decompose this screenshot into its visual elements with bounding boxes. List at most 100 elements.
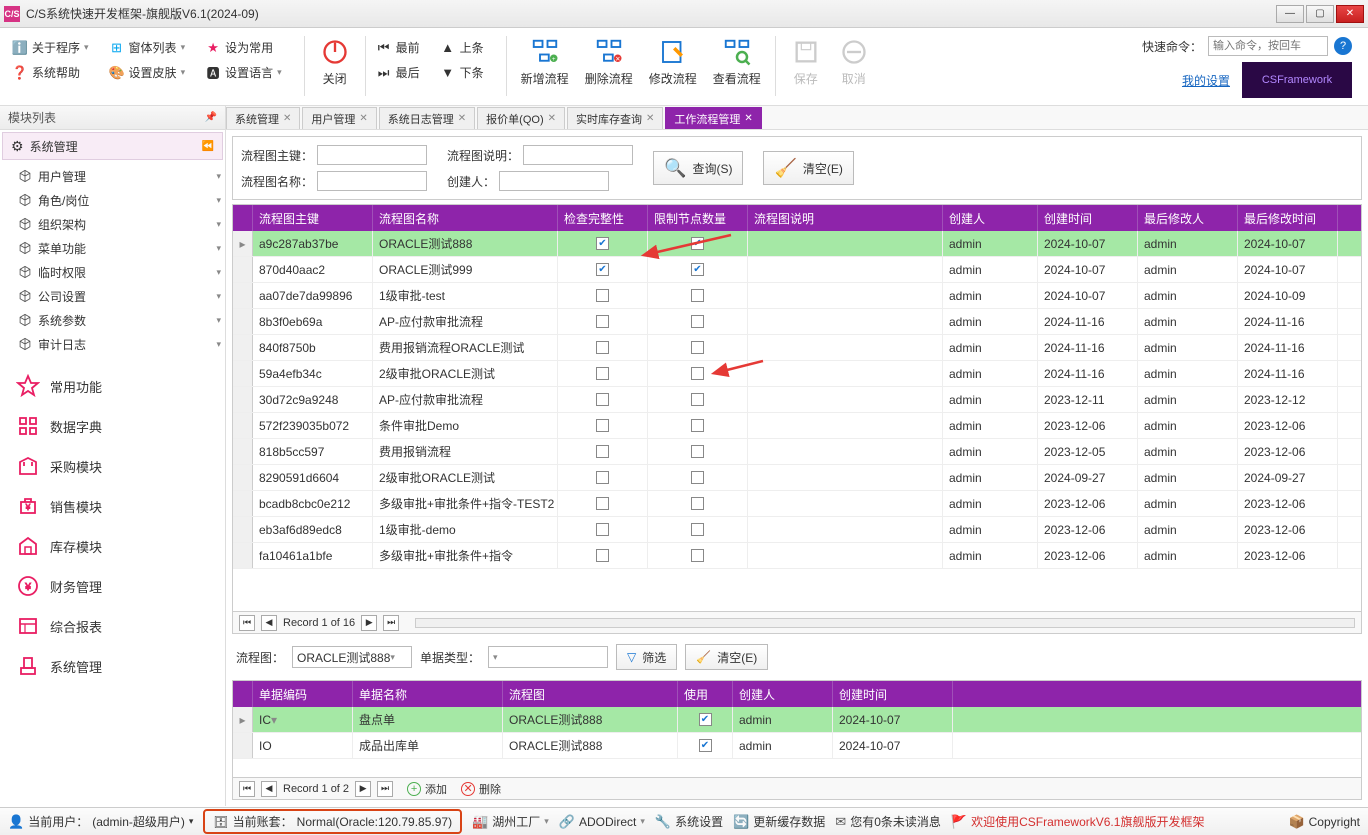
- tree-node[interactable]: 临时权限▾: [4, 260, 221, 284]
- quickcmd-help-icon[interactable]: ?: [1334, 37, 1352, 55]
- sidebar-cat-system[interactable]: ⚙ 系统管理 ⏪: [2, 132, 223, 160]
- grid2-prev-button[interactable]: ◀: [261, 781, 277, 797]
- checkbox[interactable]: [596, 523, 609, 536]
- unread-messages[interactable]: ✉您有0条未读消息: [835, 813, 941, 830]
- checkbox[interactable]: [596, 445, 609, 458]
- checkbox[interactable]: [596, 471, 609, 484]
- close-button[interactable]: 关闭: [311, 32, 359, 91]
- grid1-prev-button[interactable]: ◀: [261, 615, 277, 631]
- search-flowdesc-input[interactable]: [523, 145, 633, 165]
- set-language-menu[interactable]: 🅰设置语言: [201, 61, 286, 84]
- close-tab-icon[interactable]: ✕: [744, 113, 752, 124]
- search-flowkey-input[interactable]: [317, 145, 427, 165]
- grid1-last-button[interactable]: ⏭: [383, 615, 399, 631]
- checkbox[interactable]: [691, 523, 704, 536]
- about-menu[interactable]: ℹ️关于程序: [8, 36, 93, 59]
- quicknav-item[interactable]: ¥销售模块: [0, 486, 225, 526]
- checkbox[interactable]: [691, 549, 704, 562]
- checkbox[interactable]: [691, 289, 704, 302]
- checkbox[interactable]: [596, 419, 609, 432]
- last-record-button[interactable]: ⏭最后: [372, 61, 424, 84]
- checkbox[interactable]: [691, 497, 704, 510]
- table-row[interactable]: 870d40aac2ORACLE测试999 admin 2024-10-07ad…: [233, 257, 1361, 283]
- table-row[interactable]: 30d72c9a9248AP-应付款审批流程 admin 2023-12-11a…: [233, 387, 1361, 413]
- clear2-button[interactable]: 🧹清空(E): [685, 644, 768, 670]
- tree-node[interactable]: 系统参数▾: [4, 308, 221, 332]
- close-tab-icon[interactable]: ✕: [646, 113, 654, 124]
- tree-node[interactable]: 菜单功能▾: [4, 236, 221, 260]
- grid2-last-button[interactable]: ⏭: [377, 781, 393, 797]
- checkbox[interactable]: [596, 497, 609, 510]
- quicknav-item[interactable]: 常用功能: [0, 366, 225, 406]
- refresh-cache[interactable]: 🔄更新缓存数据: [733, 813, 825, 830]
- search-flowname-input[interactable]: [317, 171, 427, 191]
- checkbox[interactable]: [699, 713, 712, 726]
- grid2-next-button[interactable]: ▶: [355, 781, 371, 797]
- tab[interactable]: 系统日志管理✕: [379, 107, 475, 129]
- window-list-menu[interactable]: ⊞窗体列表: [105, 36, 190, 59]
- minimize-button[interactable]: —: [1276, 5, 1304, 23]
- next-record-button[interactable]: ▼下条: [436, 61, 488, 84]
- table-row[interactable]: 59a4efb34c2级审批ORACLE测试 admin 2024-11-16a…: [233, 361, 1361, 387]
- quicknav-item[interactable]: 库存模块: [0, 526, 225, 566]
- checkbox[interactable]: [596, 393, 609, 406]
- tab[interactable]: 报价单(QO)✕: [477, 107, 565, 129]
- table-row[interactable]: fa10461a1bfe多级审批+审批条件+指令 admin 2023-12-0…: [233, 543, 1361, 569]
- prev-record-button[interactable]: ▲上条: [436, 36, 488, 59]
- checkbox[interactable]: [596, 341, 609, 354]
- tab[interactable]: 系统管理✕: [226, 107, 300, 129]
- table-row[interactable]: eb3af6d89edc81级审批-demo admin 2023-12-06a…: [233, 517, 1361, 543]
- table-row[interactable]: 8290591d66042级审批ORACLE测试 admin 2024-09-2…: [233, 465, 1361, 491]
- quicknav-item[interactable]: 数据字典: [0, 406, 225, 446]
- quicknav-item[interactable]: 采购模块: [0, 446, 225, 486]
- close-tab-icon[interactable]: ✕: [458, 113, 466, 124]
- current-account[interactable]: 🗄当前账套：Normal(Oracle:120.79.85.97): [203, 809, 462, 834]
- current-user[interactable]: 👤当前用户：(admin-超级用户)▾: [8, 813, 193, 830]
- tab[interactable]: 实时库存查询✕: [567, 107, 663, 129]
- close-tab-icon[interactable]: ✕: [283, 113, 291, 124]
- doc-grid[interactable]: 单据编码单据名称流程图使用创建人创建时间 ▸ IC ▾盘点单 ORACLE测试8…: [232, 680, 1362, 800]
- close-tab-icon[interactable]: ✕: [548, 113, 556, 124]
- checkbox[interactable]: [691, 367, 704, 380]
- close-window-button[interactable]: ✕: [1336, 5, 1364, 23]
- query-button[interactable]: 🔍查询(S): [653, 151, 743, 185]
- quickcmd-input[interactable]: [1208, 36, 1328, 56]
- view-flow-button[interactable]: 查看流程: [705, 32, 769, 91]
- table-row[interactable]: aa07de7da998961级审批-test admin 2024-10-07…: [233, 283, 1361, 309]
- system-settings[interactable]: 🔧系统设置: [655, 813, 723, 830]
- factory-select[interactable]: 🏭湖州工厂: [472, 813, 549, 830]
- checkbox[interactable]: [596, 315, 609, 328]
- tab[interactable]: 工作流程管理✕: [665, 107, 761, 129]
- tree-node[interactable]: 组织架构▾: [4, 212, 221, 236]
- tree-node[interactable]: 公司设置▾: [4, 284, 221, 308]
- add-doc-button[interactable]: +添加: [407, 781, 447, 797]
- my-settings-link[interactable]: 我的设置: [1182, 72, 1230, 89]
- clear-button[interactable]: 🧹清空(E): [763, 151, 853, 185]
- checkbox[interactable]: [596, 367, 609, 380]
- checkbox[interactable]: [596, 263, 609, 276]
- quicknav-item[interactable]: 系统管理: [0, 646, 225, 686]
- table-row[interactable]: ▸ a9c287ab37beORACLE测试888 admin 2024-10-…: [233, 231, 1361, 257]
- tree-node[interactable]: 用户管理▾: [4, 164, 221, 188]
- checkbox[interactable]: [691, 315, 704, 328]
- set-skin-menu[interactable]: 🎨设置皮肤: [105, 61, 190, 84]
- maximize-button[interactable]: ▢: [1306, 5, 1334, 23]
- first-record-button[interactable]: ⏮最前: [372, 36, 424, 59]
- checkbox[interactable]: [596, 237, 609, 250]
- system-help-menu[interactable]: ❓系统帮助: [8, 61, 93, 84]
- flow-combo[interactable]: ORACLE测试888: [292, 646, 412, 668]
- checkbox[interactable]: [596, 549, 609, 562]
- set-common-button[interactable]: ★设为常用: [201, 36, 286, 59]
- grid1-next-button[interactable]: ▶: [361, 615, 377, 631]
- table-row[interactable]: 8b3f0eb69aAP-应付款审批流程 admin 2024-11-16adm…: [233, 309, 1361, 335]
- search-creator-input[interactable]: [499, 171, 609, 191]
- table-row[interactable]: 840f8750b费用报销流程ORACLE测试 admin 2024-11-16…: [233, 335, 1361, 361]
- close-tab-icon[interactable]: ✕: [359, 113, 367, 124]
- add-flow-button[interactable]: + 新增流程: [513, 32, 577, 91]
- ado-select[interactable]: 🔗ADODirect: [559, 814, 645, 830]
- doctype-combo[interactable]: [488, 646, 608, 668]
- edit-flow-button[interactable]: 修改流程: [641, 32, 705, 91]
- table-row[interactable]: IO成品出库单 ORACLE测试888 admin2024-10-07: [233, 733, 1361, 759]
- grid1-first-button[interactable]: ⏮: [239, 615, 255, 631]
- tree-node[interactable]: 角色/岗位▾: [4, 188, 221, 212]
